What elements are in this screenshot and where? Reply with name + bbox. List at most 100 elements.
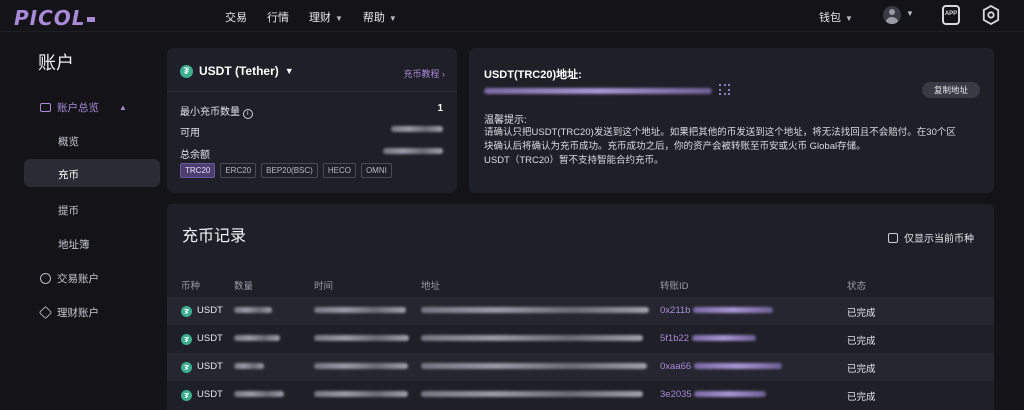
chevron-down-icon: ▼ [388,14,397,23]
coin-text: USDT [197,389,223,400]
sidebar-item-deposit[interactable]: 充币 [58,167,79,182]
nav-item-finance[interactable]: 理财 ▼ [309,9,343,25]
network-chip-erc20[interactable]: ERC20 [220,163,257,178]
sidebar-item-finance-account[interactable]: 理财账户 [38,305,99,320]
sidebar-title: 账户 [38,53,74,73]
address-cell-redacted [421,333,643,344]
address-cell-redacted [421,305,649,316]
coin-cell: ₮ USDT [181,333,223,345]
network-chip-bep20[interactable]: BEP20(BSC) [261,163,318,178]
column-header-time: 时间 [314,281,334,292]
deposit-tutorial-link[interactable]: 充币教程 › [403,67,445,80]
tutorial-label: 充币教程 [403,69,440,79]
table-row: ₮ USDT 5f1b22 已完成 [167,325,994,353]
table-row: ₮ USDT 0xaa66 已完成 [167,353,994,381]
info-icon[interactable]: i [242,109,253,119]
checkbox[interactable] [888,232,898,243]
tether-icon: ₮ [181,362,192,373]
notice-line: 请确认只把USDT(TRC20)发送到这个地址。如果把其他的币发送到这个地址，将… [484,127,956,138]
qr-code-icon[interactable] [719,84,730,95]
address-title: USDT(TRC20)地址: [484,69,582,81]
settings-icon[interactable] [982,5,1000,25]
logo-text: PICOL [14,6,86,30]
coin-text: USDT [197,305,223,316]
divider [167,91,457,92]
sidebar-item-withdraw[interactable]: 提币 [58,203,79,218]
amount-cell-redacted [234,361,264,372]
nav-label: 行情 [267,12,289,24]
sidebar-active-highlight [24,159,160,187]
txid-text: 0x211b [660,305,691,316]
status-cell: 已完成 [847,336,876,347]
txid-link[interactable]: 0xaa66 [660,361,782,372]
network-chip-trc20[interactable]: TRC20 [180,163,216,178]
deposit-address-redacted[interactable] [484,86,712,97]
available-value-redacted [391,124,443,135]
checkbox-label: 仅显示当前币种 [904,234,974,245]
time-cell-redacted [314,333,409,344]
tether-icon: ₮ [181,306,192,317]
app-download-icon[interactable]: APP [942,5,960,25]
available-label: 可用 [180,128,200,139]
nav-item-market[interactable]: 行情 [267,9,289,25]
txid-link[interactable]: 0x211b [660,305,774,316]
wallet-icon [40,103,51,112]
txid-text: 5f1b22 [660,333,690,344]
txid-link[interactable]: 3e2035 [660,389,767,400]
tether-icon: ₮ [181,334,192,345]
notice-title: 温馨提示: [484,115,527,126]
coin-cell: ₮ USDT [181,361,223,373]
column-header-coin: 币种 [181,281,201,292]
chevron-down-icon[interactable]: ▼ [906,9,914,18]
table-row: ₮ USDT 0x211b 已完成 [167,297,994,325]
status-cell: 已完成 [847,364,876,375]
wallet-menu[interactable]: 钱包 ▼ [819,9,853,25]
deposit-panel: ₮ USDT (Tether) ▼ 充币教程 › 最小充币数量 i 1 可用 总… [167,48,457,193]
nav-item-help[interactable]: 帮助 ▼ [363,9,397,25]
coin-text: USDT [197,333,223,344]
sidebar-group-overview[interactable]: 账户总览 ▲ [40,100,127,115]
notice-text: 请确认只把USDT(TRC20)发送到这个地址。如果把其他的币发送到这个地址，将… [484,126,984,168]
txid-link[interactable]: 5f1b22 [660,333,756,344]
caret-down-icon: ▼ [284,66,294,76]
sidebar-group-label: 账户总览 [57,102,99,114]
exchange-icon [40,273,51,284]
chevron-down-icon: ▼ [335,14,343,23]
only-current-coin-toggle[interactable]: 仅显示当前币种 [888,230,974,245]
avatar[interactable] [883,6,901,24]
txid-text: 3e2035 [660,389,692,400]
time-cell-redacted [314,305,406,316]
coin-text: USDT [197,361,223,372]
sidebar-item-trade-account[interactable]: 交易账户 [40,271,99,286]
column-header-amount: 数量 [234,281,254,292]
coin-selector[interactable]: ₮ USDT (Tether) ▼ [180,64,294,78]
network-chip-heco[interactable]: HECO [322,163,356,178]
network-chip-omni[interactable]: OMNI [360,163,392,178]
amount-cell-redacted [234,389,284,400]
column-header-status: 状态 [847,281,867,292]
tether-icon: ₮ [180,64,193,78]
min-deposit-value: 1 [437,103,443,114]
chevron-down-icon: ▼ [845,14,853,23]
nav-item-trade[interactable]: 交易 [225,9,247,25]
notice-line: 块确认后将确认为充币成功。充币成功之后，你的资产会被转账至币安或火币 Globa… [484,141,866,152]
sidebar-item-overview[interactable]: 概览 [58,134,79,149]
sidebar-item-address-book[interactable]: 地址簿 [58,237,90,252]
table-row: ₮ USDT 3e2035 已完成 [167,381,994,409]
column-header-txid: 转账ID [660,281,689,292]
copy-address-button[interactable]: 复制地址 [921,82,980,98]
address-cell-redacted [421,389,643,400]
column-header-address: 地址 [421,281,441,292]
chevron-up-icon: ▲ [119,103,127,112]
coin-cell: ₮ USDT [181,389,223,401]
txid-text: 0xaa66 [660,361,692,372]
main-nav: 交易 行情 理财 ▼ 帮助 ▼ [225,9,397,25]
coin-cell: ₮ USDT [181,305,223,317]
nav-label: 理财 [309,12,331,24]
amount-cell-redacted [234,333,280,344]
status-cell: 已完成 [847,392,876,403]
top-navbar: PICOL 交易 行情 理财 ▼ 帮助 ▼ 钱包 ▼ ▼ APP [0,0,1024,32]
time-cell-redacted [314,389,408,400]
brand-logo[interactable]: PICOL [14,6,95,30]
min-deposit-label: 最小充币数量 i [180,103,253,119]
